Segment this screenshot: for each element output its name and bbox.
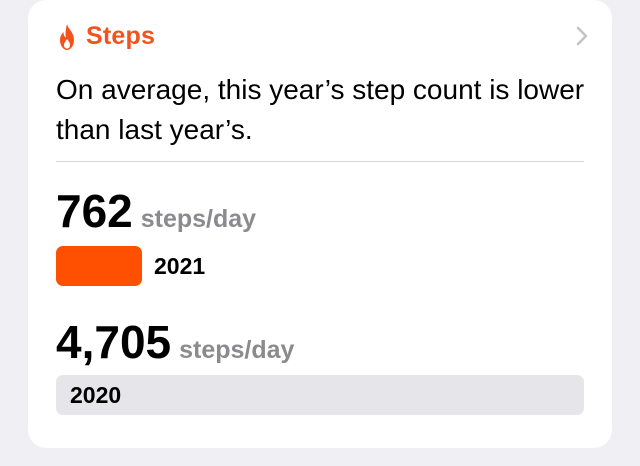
card-header: Steps [56,22,155,51]
year-label: 2020 [70,382,122,408]
steps-per-day-unit: steps/day [140,205,257,233]
chevron-right-icon[interactable] [574,24,590,48]
current-year-value: 762 steps/day [56,183,256,239]
summary-text: On average, this year’s step count is lo… [56,74,585,145]
divider [56,161,584,162]
comparison-bar-current: 2021 [56,246,584,286]
bar-fill [56,375,584,415]
flame-icon [60,23,74,50]
comparison-bar-previous: 2020 [56,375,584,415]
bar-fill [56,246,142,286]
year-label: 2021 [154,253,206,279]
steps-per-day-value: 762 [56,185,133,237]
steps-per-day-unit: steps/day [179,336,295,364]
steps-per-day-value: 4,705 [56,316,172,368]
card-title: Steps [86,22,156,50]
steps-highlight-card[interactable]: Steps On average, this year’s step count… [28,0,612,448]
previous-year-value: 4,705 steps/day [56,314,294,370]
